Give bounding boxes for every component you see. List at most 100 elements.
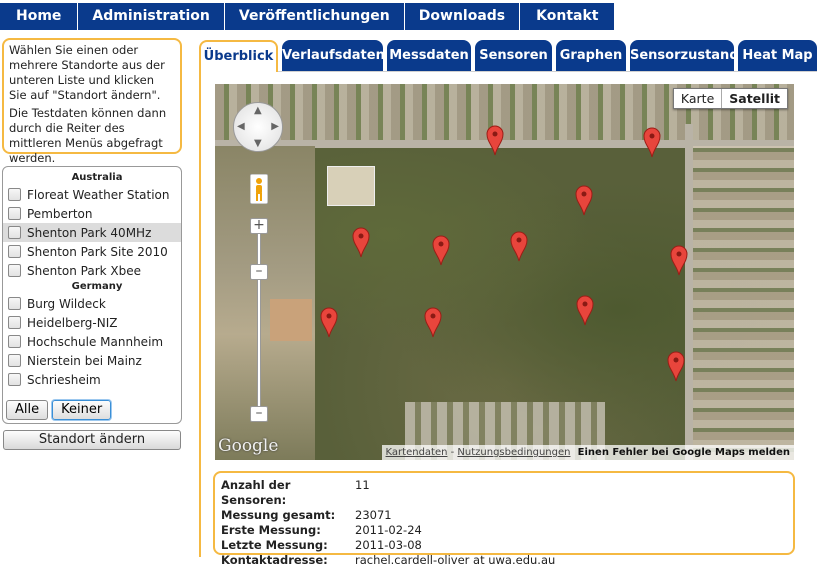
- checkbox[interactable]: [8, 354, 21, 367]
- location-label: Schriesheim: [27, 372, 101, 387]
- location-item[interactable]: Nierstein bei Mainz: [3, 351, 181, 370]
- pan-left-icon[interactable]: ◀: [237, 121, 245, 132]
- instructions-text-2: Die Testdaten können dann durch die Reit…: [9, 106, 167, 165]
- instructions-box: Wählen Sie einen oder mehrere Standorte …: [2, 38, 182, 165]
- details-label: Messung gesamt:: [221, 508, 336, 522]
- details-value: 2011-02-24: [355, 523, 422, 537]
- select-none-button[interactable]: Keiner: [52, 400, 112, 420]
- details-value: 23071: [355, 508, 392, 522]
- map-marker[interactable]: [485, 124, 505, 156]
- location-label: Heidelberg-NIZ: [27, 315, 118, 330]
- details-row: Messung gesamt: 23071: [221, 508, 787, 523]
- location-label: Pemberton: [27, 206, 93, 221]
- footer-separator: -: [447, 447, 458, 458]
- nav-contact[interactable]: Kontakt: [520, 3, 616, 30]
- nav-downloads[interactable]: Downloads: [405, 3, 521, 30]
- pan-up-icon[interactable]: ▲: [254, 105, 262, 116]
- select-all-button[interactable]: Alle: [6, 400, 49, 420]
- sand-field: [270, 299, 312, 341]
- terms-link[interactable]: Nutzungsbedingungen: [457, 447, 570, 458]
- tab-sensors[interactable]: Sensoren: [475, 40, 552, 71]
- road-east: [685, 124, 693, 460]
- map-data-link[interactable]: Kartendaten: [386, 447, 448, 458]
- zoom-slider-handle[interactable]: –: [250, 264, 268, 280]
- satellite-map[interactable]: Karte Satellit ▲ ◀ ▶ ▼ + – – Google Kart…: [215, 84, 794, 460]
- details-value: 2011-03-08: [355, 538, 422, 552]
- location-item[interactable]: Shenton Park Site 2010: [3, 242, 181, 261]
- tab-graphs[interactable]: Graphen: [556, 40, 626, 71]
- location-item[interactable]: Schriesheim: [3, 370, 181, 389]
- map-marker[interactable]: [642, 126, 662, 158]
- pegman-icon[interactable]: [250, 174, 268, 204]
- checkbox[interactable]: [8, 207, 21, 220]
- group-heading-germany: Germany: [71, 281, 123, 292]
- map-marker[interactable]: [574, 184, 594, 216]
- tab-history[interactable]: Verlaufsdaten: [282, 40, 385, 71]
- zoom-out-button[interactable]: –: [250, 406, 268, 422]
- map-marker[interactable]: [319, 306, 339, 338]
- map-marker[interactable]: [666, 350, 686, 382]
- location-label: Shenton Park 40MHz: [27, 225, 152, 240]
- map-type-satellite-button[interactable]: Satellit: [721, 89, 787, 108]
- location-item[interactable]: Burg Wildeck: [3, 294, 181, 313]
- checkbox[interactable]: [8, 316, 21, 329]
- map-footer: Kartendaten - Nutzungsbedingungen Einen …: [381, 445, 794, 460]
- map-marker[interactable]: [351, 226, 371, 258]
- checkbox[interactable]: [8, 297, 21, 310]
- map-marker[interactable]: [423, 306, 443, 338]
- instructions-text-1: Wählen Sie einen oder mehrere Standorte …: [9, 43, 165, 102]
- location-label: Burg Wildeck: [27, 296, 106, 311]
- tab-measurements[interactable]: Messdaten: [387, 40, 471, 71]
- map-marker[interactable]: [431, 234, 451, 266]
- checkbox[interactable]: [8, 188, 21, 201]
- pan-right-icon[interactable]: ▶: [271, 121, 279, 132]
- change-location-button[interactable]: Standort ändern: [3, 430, 181, 450]
- report-error-link[interactable]: Einen Fehler bei Google Maps melden: [578, 447, 790, 458]
- tab-sensor-status[interactable]: Sensorzustand: [630, 40, 739, 71]
- location-item[interactable]: Shenton Park Xbee: [3, 261, 181, 280]
- checkbox[interactable]: [8, 373, 21, 386]
- top-navigation: Home Administration Veröffentlichungen D…: [0, 0, 817, 33]
- map-type-karte-button[interactable]: Karte: [674, 89, 721, 108]
- pan-down-icon[interactable]: ▼: [254, 138, 262, 149]
- location-list: Australia Floreat Weather Station Pember…: [2, 166, 182, 424]
- map-marker[interactable]: [669, 244, 689, 276]
- location-item[interactable]: Heidelberg-NIZ: [3, 313, 181, 332]
- checkbox[interactable]: [8, 226, 21, 239]
- location-item[interactable]: Pemberton: [3, 204, 181, 223]
- map-marker[interactable]: [509, 230, 529, 262]
- tab-heat-map[interactable]: Heat Map: [738, 40, 817, 71]
- nav-publications[interactable]: Veröffentlichungen: [225, 3, 405, 30]
- details-label: Anzahl der Sensoren:: [221, 478, 291, 507]
- zoom-slider-track[interactable]: [257, 224, 261, 410]
- location-item[interactable]: Floreat Weather Station: [3, 185, 181, 204]
- details-label: Kontaktadresse:: [221, 553, 328, 567]
- checkbox[interactable]: [8, 264, 21, 277]
- location-label: Shenton Park Site 2010: [27, 244, 168, 259]
- checkbox[interactable]: [8, 335, 21, 348]
- map-marker[interactable]: [575, 294, 595, 326]
- list-buttons: Alle Keiner: [6, 400, 112, 420]
- details-row: Kontaktadresse: rachel.cardell-oliver at …: [221, 553, 787, 568]
- details-row: Anzahl der Sensoren: 11: [221, 478, 787, 508]
- nav-home[interactable]: Home: [0, 3, 79, 30]
- details-value: 11: [355, 478, 370, 492]
- details-label: Letzte Messung:: [221, 538, 328, 552]
- map-type-control: Karte Satellit: [672, 88, 788, 109]
- tab-overview[interactable]: Überblick: [199, 40, 278, 72]
- location-label: Nierstein bei Mainz: [27, 353, 142, 368]
- details-value: rachel.cardell-oliver at uwa.edu.au: [355, 553, 556, 567]
- details-row: Letzte Messung: 2011-03-08: [221, 538, 787, 553]
- pan-control[interactable]: ▲ ◀ ▶ ▼: [233, 102, 283, 152]
- google-logo: Google: [218, 436, 279, 456]
- location-label: Floreat Weather Station: [27, 187, 170, 202]
- checkbox[interactable]: [8, 245, 21, 258]
- nav-administration[interactable]: Administration: [78, 3, 225, 30]
- zoom-in-button[interactable]: +: [250, 218, 268, 234]
- location-item-selected[interactable]: Shenton Park 40MHz: [3, 223, 181, 242]
- nav-bar: Home Administration Veröffentlichungen D…: [0, 3, 616, 30]
- suburb-area-east: [693, 146, 794, 460]
- group-heading-australia: Australia: [71, 172, 123, 183]
- location-item[interactable]: Hochschule Mannheim: [3, 332, 181, 351]
- site-details-box: Anzahl der Sensoren: 11 Messung gesamt: 23…: [213, 471, 795, 567]
